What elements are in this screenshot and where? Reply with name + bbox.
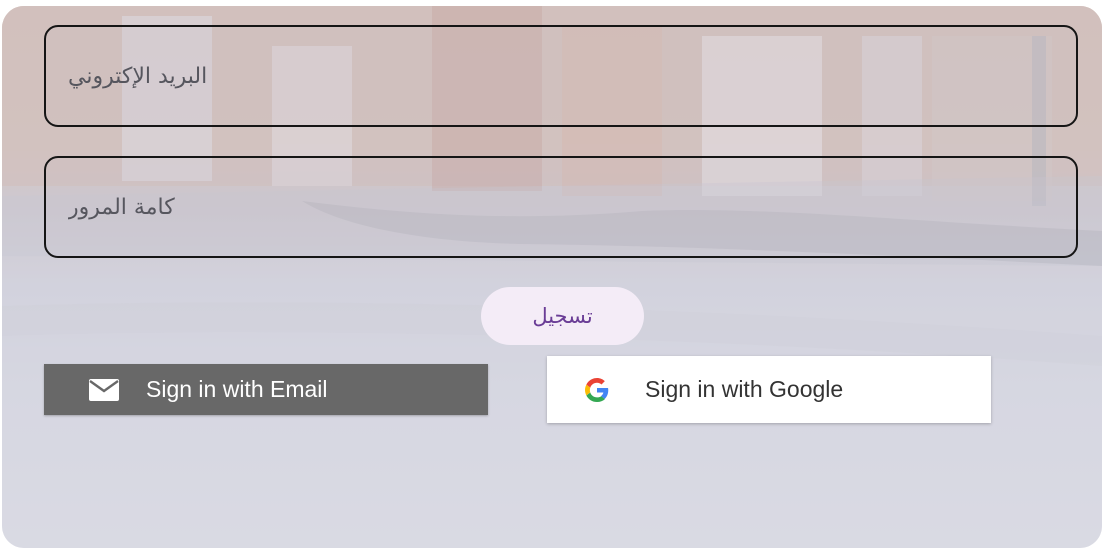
sign-in-email-label: Sign in with Email (146, 376, 328, 402)
email-field[interactable] (44, 25, 1078, 127)
register-button[interactable]: تسجيل (481, 287, 644, 345)
mail-icon (89, 378, 119, 401)
google-icon (585, 377, 609, 402)
sign-in-google-label: Sign in with Google (645, 376, 844, 402)
password-input[interactable] (46, 158, 1076, 256)
sign-in-google-button[interactable]: Sign in with Google (547, 356, 991, 423)
email-input[interactable] (46, 27, 1076, 125)
password-field[interactable] (44, 156, 1078, 258)
sign-in-email-button[interactable]: Sign in with Email (44, 364, 488, 415)
